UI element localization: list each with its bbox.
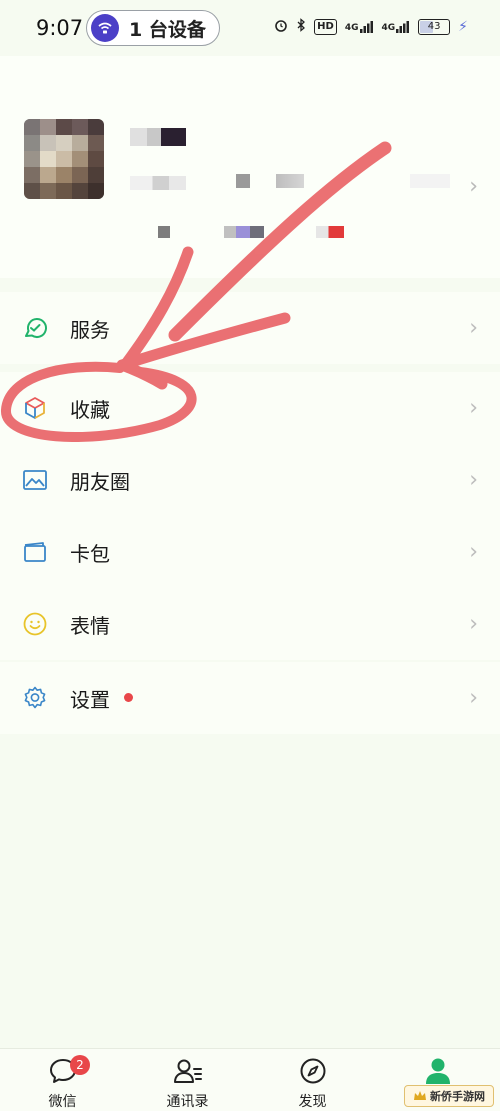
- signal-4g-icon-2: 4G: [382, 20, 411, 33]
- battery-icon: 43: [418, 18, 451, 35]
- settings-notification-dot: [124, 693, 133, 702]
- card-wallet-icon: [22, 539, 48, 565]
- tab-label: 通讯录: [166, 1094, 209, 1110]
- tab-label: 发现: [298, 1094, 327, 1110]
- chevron-right-icon: ›: [469, 611, 478, 637]
- status-icons: HD 4G 4G 43 ⚡: [274, 18, 468, 35]
- contacts-icon: [172, 1057, 204, 1089]
- services-icon: [22, 315, 48, 341]
- emoji-smile-icon: [22, 611, 48, 637]
- tab-contacts[interactable]: 通讯录: [125, 1049, 250, 1111]
- menu-group-services: 服务 ›: [0, 292, 500, 364]
- status-pixelated-2: [224, 226, 264, 238]
- menu-item-label: 朋友圈: [70, 469, 130, 494]
- alarm-icon: [274, 18, 288, 35]
- charging-bolt-icon: ⚡: [458, 18, 468, 35]
- bottom-tab-bar: 2 微信 通讯录 发现 我 新侨手游网: [0, 1048, 500, 1111]
- menu-item-card-wallet[interactable]: 卡包 ›: [0, 516, 500, 588]
- menu-item-services[interactable]: 服务 ›: [0, 292, 500, 364]
- status-bar: 9:07 1 台设备 HD 4G 4G 43 ⚡: [0, 0, 500, 56]
- menu-item-settings[interactable]: 设置 ›: [0, 662, 500, 734]
- menu-item-label: 设置: [70, 687, 110, 712]
- signal-4g-icon-1: 4G: [345, 20, 374, 33]
- menu-item-favorites[interactable]: 收藏 ›: [0, 372, 500, 444]
- site-watermark: 新侨手游网: [404, 1085, 494, 1107]
- settings-gear-icon: [22, 685, 48, 711]
- profile-chevron-icon: ›: [469, 174, 478, 199]
- connected-devices-pill[interactable]: 1 台设备: [86, 10, 220, 46]
- wechat-id-pixelated-3: [276, 174, 304, 188]
- watermark-crown-icon: [413, 1087, 427, 1106]
- profile-header[interactable]: ›: [0, 56, 500, 278]
- favorites-cube-icon: [22, 395, 48, 421]
- wechat-id-pixelated: [130, 176, 186, 190]
- hd-voice-badge: HD: [314, 18, 337, 35]
- status-pixelated-3: [316, 226, 344, 238]
- wechat-id-pixelated-2: [236, 174, 250, 188]
- menu-item-label: 服务: [70, 317, 110, 342]
- devices-wifi-icon: [91, 14, 119, 42]
- menu-item-label: 表情: [70, 613, 110, 638]
- menu-group-settings: 设置 ›: [0, 662, 500, 734]
- menu-item-emoji[interactable]: 表情 ›: [0, 588, 500, 660]
- chevron-right-icon: ›: [469, 395, 478, 421]
- unread-badge: 2: [70, 1055, 90, 1075]
- status-time: 9:07: [36, 16, 84, 40]
- menu-item-label: 收藏: [70, 397, 110, 422]
- avatar[interactable]: [24, 119, 104, 199]
- watermark-text: 新侨手游网: [430, 1090, 485, 1103]
- tab-chats[interactable]: 2 微信: [0, 1049, 125, 1111]
- menu-item-label: 卡包: [70, 541, 110, 566]
- chevron-right-icon: ›: [469, 685, 478, 711]
- menu-group-main: 收藏 › 朋友圈 › 卡包 › 表情 ›: [0, 372, 500, 660]
- status-pixelated: [158, 226, 170, 238]
- tab-label: 微信: [48, 1094, 77, 1110]
- tab-discover[interactable]: 发现: [250, 1049, 375, 1111]
- bluetooth-icon: [296, 18, 306, 35]
- chevron-right-icon: ›: [469, 467, 478, 493]
- compass-icon: [298, 1057, 328, 1089]
- chevron-right-icon: ›: [469, 539, 478, 565]
- wechat-id-pixelated-4: [410, 174, 450, 188]
- moments-image-icon: [22, 467, 48, 493]
- devices-pill-label: 1 台设备: [129, 18, 206, 41]
- nickname-pixelated: [130, 128, 186, 146]
- menu-item-moments[interactable]: 朋友圈 ›: [0, 444, 500, 516]
- chevron-right-icon: ›: [469, 315, 478, 341]
